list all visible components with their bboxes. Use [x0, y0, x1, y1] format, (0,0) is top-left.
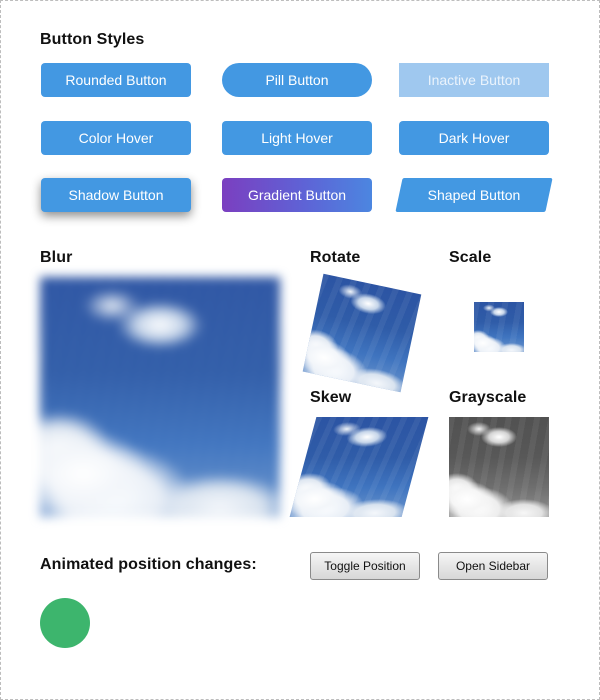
grayscale-sky-image — [449, 417, 549, 517]
rotate-sky-image — [302, 273, 422, 393]
grayscale-heading: Grayscale — [449, 389, 527, 406]
animated-circle — [40, 598, 90, 648]
open-sidebar-button[interactable]: Open Sidebar — [438, 552, 548, 580]
inactive-button: Inactive Button — [399, 63, 549, 97]
blur-heading: Blur — [40, 249, 73, 266]
blur-sky-image — [40, 277, 280, 517]
rounded-button[interactable]: Rounded Button — [41, 63, 191, 97]
gradient-button[interactable]: Gradient Button — [222, 178, 372, 212]
scale-sky-image — [474, 302, 524, 352]
pill-button[interactable]: Pill Button — [222, 63, 372, 97]
skew-heading: Skew — [310, 389, 352, 406]
shaped-button-label: Shaped Button — [427, 187, 521, 203]
color-hover-button[interactable]: Color Hover — [41, 121, 191, 155]
button-styles-heading: Button Styles — [40, 31, 145, 48]
rotate-heading: Rotate — [310, 249, 361, 266]
dark-hover-button[interactable]: Dark Hover — [399, 121, 549, 155]
scale-heading: Scale — [449, 249, 492, 266]
shaped-button[interactable]: Shaped Button — [395, 178, 553, 212]
light-hover-button[interactable]: Light Hover — [222, 121, 372, 155]
animated-heading: Animated position changes: — [40, 556, 257, 573]
shadow-button[interactable]: Shadow Button — [41, 178, 191, 212]
toggle-position-button[interactable]: Toggle Position — [310, 552, 420, 580]
